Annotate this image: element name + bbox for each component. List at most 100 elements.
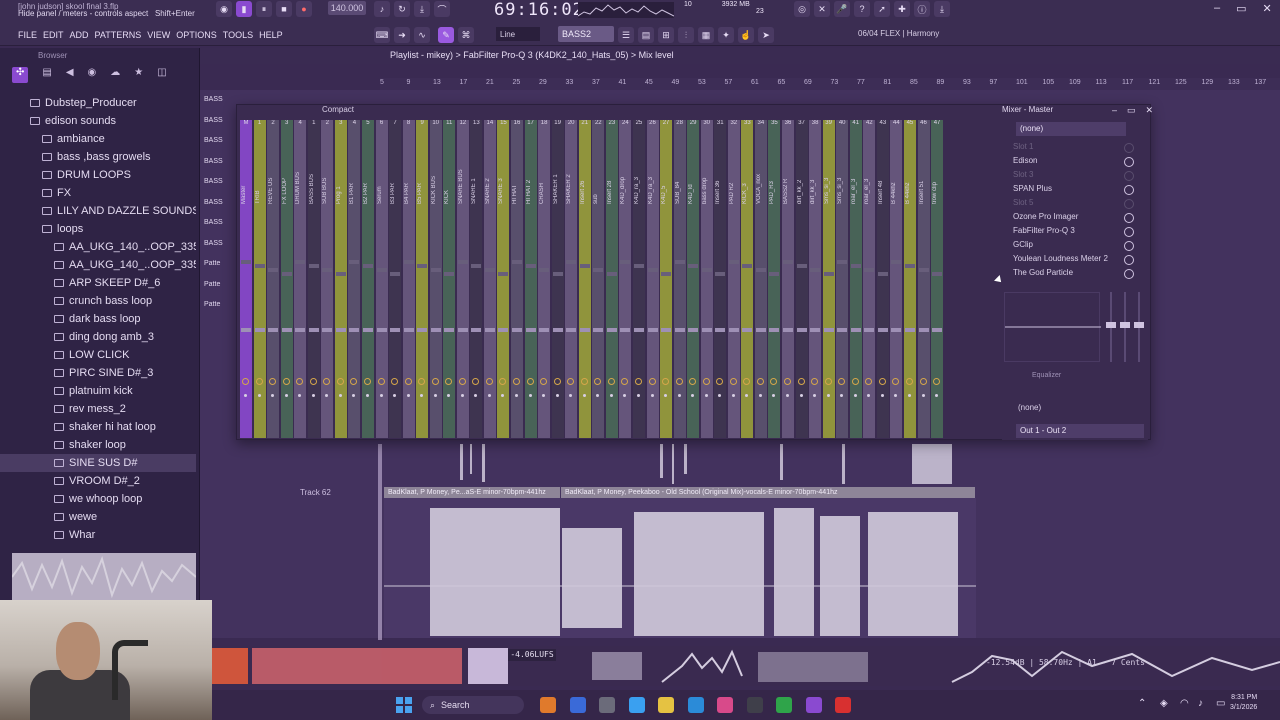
browser-item[interactable]: LOW CLICK [0, 346, 196, 364]
volume-fader[interactable] [661, 272, 672, 276]
browser-item[interactable]: Dubstep_Producer [0, 94, 196, 112]
pan-knob-icon[interactable] [850, 328, 861, 332]
volume-fader[interactable] [512, 260, 522, 264]
mixer-channel-strip[interactable]: 4 B1 PAR [348, 120, 361, 438]
touch-icon[interactable]: ☝ [738, 27, 754, 43]
pan-knob-icon[interactable] [471, 328, 482, 332]
pan-knob-icon[interactable] [362, 328, 373, 332]
volume-fader[interactable] [566, 260, 577, 264]
send-knob-icon[interactable] [309, 378, 317, 385]
mix-knob-icon[interactable] [1124, 213, 1134, 223]
send-knob-icon[interactable] [851, 378, 859, 385]
track-header[interactable]: Patte [204, 301, 220, 308]
mixer-channel-strip[interactable]: 9 B5 PAR [416, 120, 429, 438]
browser-item[interactable]: ambiance [0, 130, 196, 148]
window-close-icon[interactable]: ✕ [1263, 2, 1272, 15]
route-dot-icon[interactable] [718, 394, 722, 397]
minimize-icon[interactable]: – [1214, 2, 1220, 15]
track-header[interactable]: BASS [204, 178, 223, 185]
route-dot-icon[interactable] [880, 394, 884, 397]
volume-fader[interactable] [877, 272, 888, 276]
route-dot-icon[interactable] [894, 394, 898, 397]
insert-slot[interactable]: Slot 1 [1013, 142, 1033, 151]
browser-item[interactable]: PIRC SINE D#_3 [0, 364, 196, 382]
route-dot-icon[interactable] [650, 394, 654, 397]
send-knob-icon[interactable] [716, 378, 724, 385]
mixer-channel-strip[interactable]: 47 trow clip [931, 120, 944, 438]
browser-item[interactable]: dark bass loop [0, 310, 196, 328]
pan-knob-icon[interactable] [390, 328, 401, 332]
volume-fader[interactable] [525, 264, 536, 268]
volume-fader[interactable] [810, 268, 821, 272]
insert-slot[interactable]: Slot 3 [1013, 170, 1033, 179]
route-dot-icon[interactable] [487, 394, 491, 397]
pan-knob-icon[interactable] [349, 328, 360, 332]
tray-location-icon[interactable]: ◈ [1160, 698, 1168, 709]
send-knob-icon[interactable] [350, 378, 358, 385]
pan-knob-icon[interactable] [769, 328, 780, 332]
route-dot-icon[interactable] [420, 394, 424, 397]
mixer-maximize-icon[interactable]: ▭ [1127, 105, 1136, 116]
insert-slot[interactable]: SPAN Plus [1013, 184, 1052, 193]
send-knob-icon[interactable] [580, 378, 588, 385]
master-faders[interactable] [1106, 292, 1146, 362]
route-dot-icon[interactable] [867, 394, 871, 397]
send-knob-icon[interactable] [743, 378, 751, 385]
send-knob-icon[interactable] [770, 378, 778, 385]
volume-fader[interactable] [335, 272, 346, 276]
send-knob-icon[interactable] [431, 378, 439, 385]
mixer-channel-strip[interactable]: 38 dirt_kk_3 [809, 120, 822, 438]
route-dot-icon[interactable] [298, 394, 302, 397]
mixer-channel-strip[interactable]: 4 DRUM BUS [294, 120, 307, 438]
menu-item-options[interactable]: OPTIONS [176, 30, 217, 40]
route-dot-icon[interactable] [284, 394, 288, 397]
route-dot-icon[interactable] [406, 394, 410, 397]
browser-cloud-icon[interactable]: ☁ [110, 67, 120, 83]
route-dot-icon[interactable] [786, 394, 789, 397]
download-icon[interactable]: ⤓ [934, 1, 950, 17]
send-knob-icon[interactable] [404, 378, 412, 385]
mixer-channel-strip[interactable]: 24 K4D_drop [619, 120, 632, 438]
track-header[interactable]: Patte [204, 281, 220, 288]
volume-fader[interactable] [241, 260, 251, 264]
mixer-channel-strip[interactable]: 2 REVE US [267, 120, 280, 438]
mixer-channel-strip[interactable]: 10 KICK BUS [429, 120, 442, 438]
blend-icon[interactable]: ⌒ [434, 1, 450, 17]
volume-fader[interactable] [701, 268, 712, 272]
taskbar-app-icon[interactable] [746, 697, 763, 713]
mixer-channel-strip[interactable]: 1 BASS BUS [307, 120, 320, 438]
send-knob-icon[interactable] [621, 378, 629, 385]
mixer-channel-strip[interactable]: 18 CRASH [538, 120, 551, 438]
mixer-close-icon[interactable]: ✕ [1146, 105, 1154, 116]
volume-fader[interactable] [850, 264, 861, 268]
volume-fader[interactable] [864, 268, 875, 272]
volume-fader[interactable] [593, 268, 604, 272]
volume-fader[interactable] [417, 264, 428, 268]
menu-item-tools[interactable]: TOOLS [223, 30, 253, 40]
volume-fader[interactable] [444, 272, 455, 276]
plugin-db-icon[interactable]: ✦ [718, 27, 734, 43]
send-knob-icon[interactable] [756, 378, 764, 385]
send-knob-icon[interactable] [499, 378, 507, 385]
browser-item[interactable]: wewe [0, 508, 196, 526]
browser-tag-icon[interactable]: ◫ [157, 67, 166, 83]
browser-back-icon[interactable]: ◀ [66, 67, 74, 83]
send-knob-icon[interactable] [919, 378, 927, 385]
send-selector[interactable]: (none) [1018, 403, 1041, 412]
mix-knob-icon[interactable] [1124, 255, 1134, 265]
insert-slot[interactable]: FabFilter Pro-Q 3 [1013, 226, 1075, 235]
send-knob-icon[interactable] [526, 378, 534, 385]
song-mode-button[interactable]: ▮ [236, 1, 252, 17]
pan-knob-icon[interactable] [241, 328, 251, 332]
pan-knob-icon[interactable] [810, 328, 821, 332]
pan-knob-icon[interactable] [281, 328, 292, 332]
pan-knob-icon[interactable] [566, 328, 577, 332]
volume-fader[interactable] [647, 268, 658, 272]
mixer-channel-strip[interactable]: 22 sub [592, 120, 605, 438]
audio-clip-body[interactable] [384, 498, 976, 638]
pan-knob-icon[interactable] [755, 328, 766, 332]
volume-fader[interactable] [539, 268, 550, 272]
volume-fader[interactable] [891, 260, 902, 264]
pan-knob-icon[interactable] [376, 328, 387, 332]
pan-knob-icon[interactable] [633, 328, 644, 332]
